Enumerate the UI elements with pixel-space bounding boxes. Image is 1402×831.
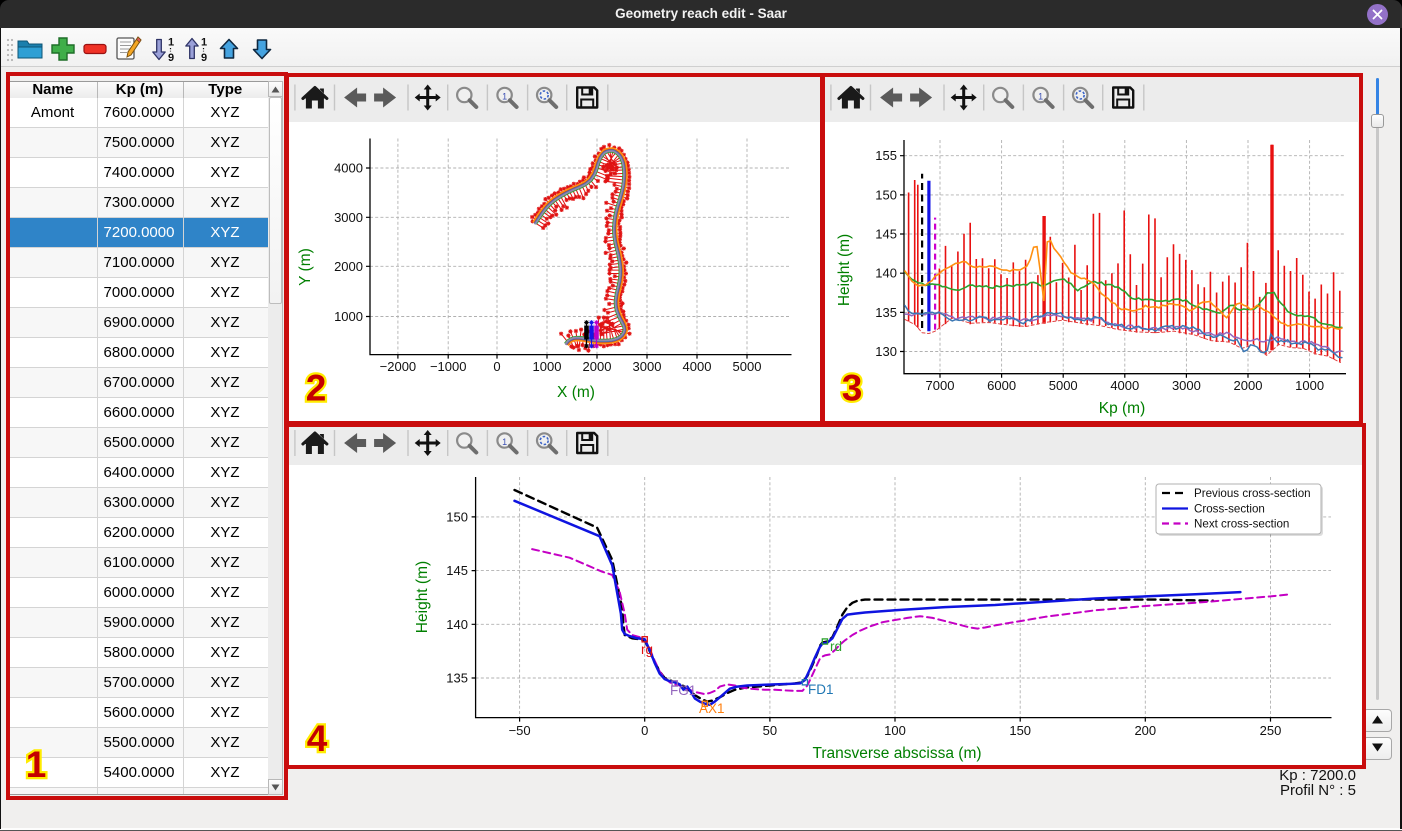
svg-text:100: 100	[884, 723, 906, 738]
svg-text:9: 9	[201, 52, 207, 64]
svg-text:Cross-section: Cross-section	[1194, 503, 1265, 516]
svg-text:4000: 4000	[1110, 378, 1139, 393]
svg-text:140: 140	[875, 266, 897, 281]
svg-text:1: 1	[502, 437, 507, 447]
svg-text:2000: 2000	[583, 359, 612, 374]
svg-text:9: 9	[168, 52, 174, 64]
svg-text:140: 140	[446, 617, 468, 632]
svg-text:AX1: AX1	[699, 701, 725, 716]
svg-text:200: 200	[1134, 723, 1156, 738]
svg-text:FD1: FD1	[808, 682, 834, 697]
svg-text:FG1: FG1	[670, 683, 696, 698]
svg-text:1: 1	[168, 37, 174, 49]
svg-text:1000: 1000	[533, 359, 562, 374]
svg-text:135: 135	[446, 671, 468, 686]
svg-text:Height (m): Height (m)	[414, 561, 431, 633]
svg-text:5000: 5000	[1049, 378, 1078, 393]
svg-text:2000: 2000	[334, 259, 363, 274]
svg-text:3000: 3000	[334, 210, 363, 225]
svg-text:1: 1	[1038, 91, 1043, 101]
svg-text:−50: −50	[509, 723, 531, 738]
svg-text:Next cross-section: Next cross-section	[1194, 518, 1289, 531]
svg-text:50: 50	[763, 723, 777, 738]
svg-text:Transverse abscissa (m): Transverse abscissa (m)	[812, 745, 981, 762]
svg-text:145: 145	[446, 563, 468, 578]
svg-text:rg: rg	[641, 642, 653, 657]
svg-text:145: 145	[875, 227, 897, 242]
svg-text:250: 250	[1260, 723, 1282, 738]
svg-text:3000: 3000	[1172, 378, 1201, 393]
svg-text:−2000: −2000	[380, 359, 417, 374]
svg-text:150: 150	[446, 509, 468, 524]
svg-text:150: 150	[875, 187, 897, 202]
svg-text:Height (m): Height (m)	[836, 234, 853, 306]
svg-text:Y (m): Y (m)	[297, 248, 314, 286]
svg-text:0: 0	[641, 723, 648, 738]
svg-text:7000: 7000	[926, 378, 955, 393]
svg-text:135: 135	[875, 305, 897, 320]
svg-text:155: 155	[875, 148, 897, 163]
svg-text:1000: 1000	[1295, 378, 1324, 393]
svg-text:−1000: −1000	[430, 359, 467, 374]
svg-text:Previous cross-section: Previous cross-section	[1194, 487, 1311, 500]
svg-text:4000: 4000	[683, 359, 712, 374]
svg-text:1: 1	[201, 37, 207, 49]
svg-text:130: 130	[875, 344, 897, 359]
svg-text:3000: 3000	[633, 359, 662, 374]
svg-text:4000: 4000	[334, 161, 363, 176]
svg-text:rd: rd	[830, 639, 842, 654]
svg-text:0: 0	[493, 359, 500, 374]
svg-text:1000: 1000	[334, 309, 363, 324]
svg-text:6000: 6000	[987, 378, 1016, 393]
svg-text:Kp (m): Kp (m)	[1099, 400, 1146, 417]
svg-text:X (m): X (m)	[557, 384, 595, 401]
svg-text:5000: 5000	[733, 359, 762, 374]
svg-text:150: 150	[1009, 723, 1031, 738]
svg-text:1: 1	[502, 91, 507, 101]
svg-text:2000: 2000	[1234, 378, 1263, 393]
